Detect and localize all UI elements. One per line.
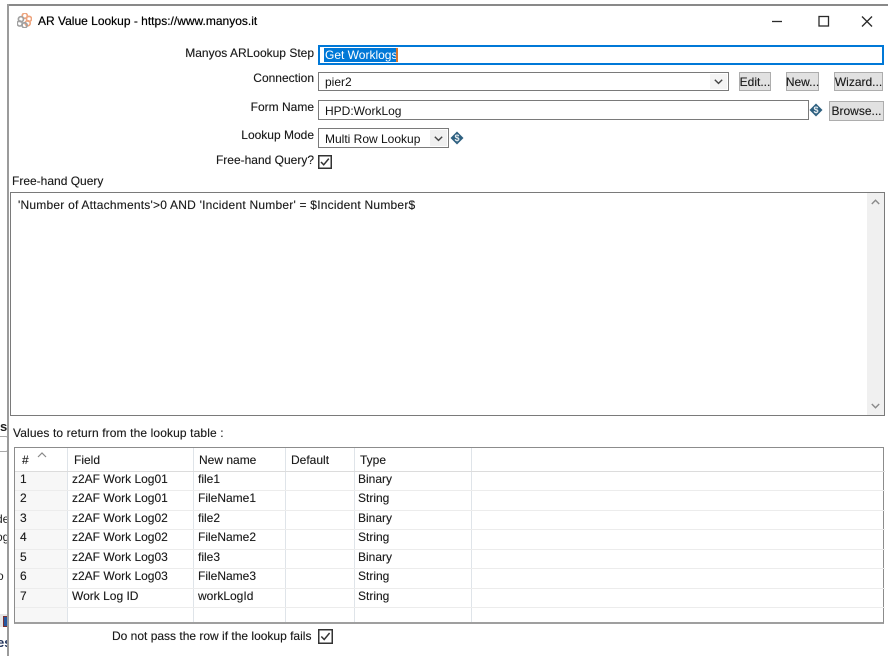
svg-text:$: $ (454, 133, 459, 143)
svg-text:$: $ (813, 105, 818, 115)
